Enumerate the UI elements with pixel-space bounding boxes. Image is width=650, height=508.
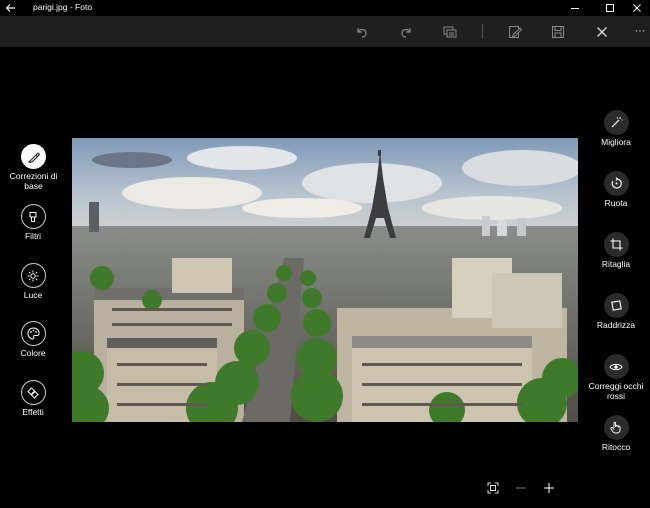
retouch-hand-icon: [603, 415, 629, 440]
tool-label-line1: Correggi occhi: [588, 381, 644, 391]
zoom-in-icon[interactable]: [541, 480, 557, 496]
photo-preview: [72, 138, 578, 422]
more-icon[interactable]: ···: [631, 22, 649, 40]
close-icon[interactable]: [593, 23, 611, 41]
color-tool[interactable]: Colore: [13, 321, 53, 358]
effects-tool[interactable]: Effetti: [13, 380, 53, 417]
eye-icon: [603, 354, 629, 379]
tool-label-line2: rossi: [607, 391, 625, 401]
magic-wand-icon: [603, 110, 629, 135]
light-tool[interactable]: Luce: [13, 263, 53, 300]
paris-cityscape-image: [72, 138, 578, 422]
redo-icon[interactable]: [397, 23, 415, 41]
retouch-tool[interactable]: Ritocco: [581, 415, 650, 452]
palette-icon: [20, 321, 46, 346]
tool-label: Ritaglia: [601, 259, 631, 269]
effects-icon: [20, 380, 46, 405]
enhance-tool[interactable]: Migliora: [581, 110, 650, 147]
zoom-out-icon[interactable]: [513, 480, 529, 496]
title-bar: parigi.jpg - Foto: [0, 0, 650, 16]
tool-label: Correzioni di base: [9, 171, 58, 191]
tool-label: Colore: [20, 348, 46, 358]
straighten-icon: [603, 293, 629, 318]
back-arrow-icon[interactable]: [4, 1, 18, 15]
edit-copy-icon[interactable]: [506, 23, 524, 41]
brush-icon: [21, 144, 46, 169]
tool-label: Effetti: [22, 407, 44, 417]
window-title: parigi.jpg - Foto: [33, 2, 93, 12]
edit-toolbar: ···: [0, 16, 650, 47]
tool-label: Luce: [23, 290, 43, 300]
crop-tool[interactable]: Ritaglia: [581, 232, 650, 269]
undo-icon[interactable]: [353, 23, 371, 41]
save-icon[interactable]: [549, 23, 567, 41]
basic-fixes-tool[interactable]: Correzioni di base: [0, 144, 67, 191]
rotate-tool[interactable]: Ruota: [581, 171, 650, 208]
tool-label: Filtri: [24, 231, 42, 241]
red-eye-tool[interactable]: Correggi occhi rossi: [581, 354, 650, 401]
close-icon[interactable]: [622, 0, 650, 16]
tool-label: Ritocco: [601, 442, 631, 452]
tool-label: Migliora: [601, 137, 631, 147]
tool-label: Raddrizza: [596, 320, 636, 330]
sun-icon: [20, 263, 46, 288]
tool-label: Ruota: [604, 198, 628, 208]
fit-to-window-icon[interactable]: [485, 480, 501, 496]
crop-icon: [603, 232, 629, 257]
straighten-tool[interactable]: Raddrizza: [581, 293, 650, 330]
filter-icon: [20, 204, 46, 229]
toolbar-separator: [482, 24, 483, 39]
compare-icon[interactable]: [441, 23, 459, 41]
maximize-icon[interactable]: [595, 0, 625, 16]
minimize-icon[interactable]: [560, 0, 590, 16]
filters-tool[interactable]: Filtri: [13, 204, 53, 241]
rotate-icon: [603, 171, 629, 196]
